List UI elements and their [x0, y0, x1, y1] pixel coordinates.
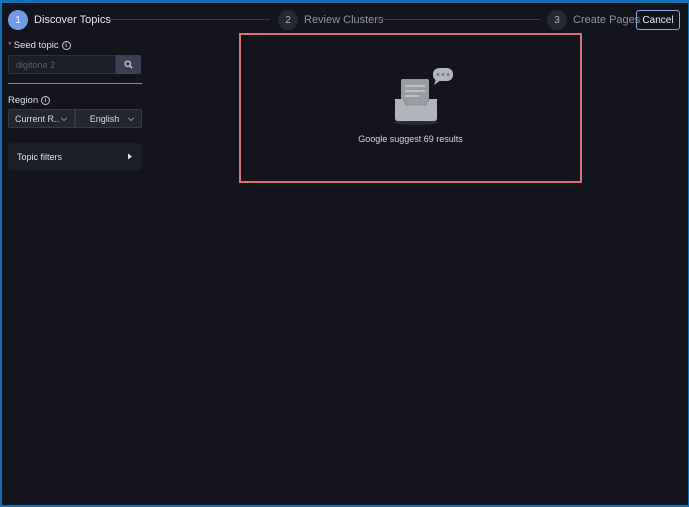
step-label: Review Clusters	[304, 14, 384, 26]
region-select-value: Current R...	[15, 113, 60, 124]
seed-topic-input[interactable]	[8, 55, 116, 74]
region-label-text: Region	[8, 95, 39, 106]
step-create-pages[interactable]: 3 Create Pages	[547, 10, 640, 30]
chevron-down-icon	[127, 116, 135, 121]
step-review-clusters[interactable]: 2 Review Clusters	[278, 10, 383, 30]
results-count-text: Google suggest 69 results	[358, 134, 463, 144]
step-label: Discover Topics	[34, 14, 111, 26]
cancel-button[interactable]: Cancel	[636, 10, 680, 30]
step-number-badge: 3	[547, 10, 567, 30]
empty-inbox-icon	[394, 68, 453, 125]
step-connector	[376, 19, 540, 20]
step-discover-topics[interactable]: 1 Discover Topics	[8, 10, 111, 30]
required-mark: *	[8, 40, 12, 51]
section-divider	[8, 83, 142, 84]
seed-topic-label-text: Seed topic	[13, 40, 59, 51]
chevron-down-icon	[60, 116, 68, 121]
info-icon[interactable]: i	[61, 41, 71, 50]
search-icon	[124, 60, 133, 69]
step-label: Create Pages	[573, 14, 641, 26]
step-navigation: 1 Discover Topics 2 Review Clusters 3 Cr…	[2, 3, 688, 37]
info-icon[interactable]: i	[41, 96, 51, 105]
chat-bubble-icon	[433, 68, 453, 85]
seed-topic-label: * Seed topic i	[8, 40, 71, 51]
language-select-value: English	[89, 113, 120, 124]
caret-right-icon	[128, 153, 132, 160]
region-label: Region i	[8, 95, 51, 106]
step-number-badge: 1	[8, 10, 28, 30]
search-button[interactable]	[116, 55, 141, 74]
app-window: 1 Discover Topics 2 Review Clusters 3 Cr…	[2, 2, 688, 505]
step-number-badge: 2	[278, 10, 298, 30]
topic-filters-toggle[interactable]: Topic filters	[8, 143, 142, 170]
region-select[interactable]: Current R...	[8, 109, 75, 128]
results-panel: Google suggest 69 results	[239, 33, 582, 183]
language-select[interactable]: English	[75, 109, 142, 128]
step-connector	[108, 19, 270, 20]
topic-filters-label: Topic filters	[17, 151, 63, 162]
